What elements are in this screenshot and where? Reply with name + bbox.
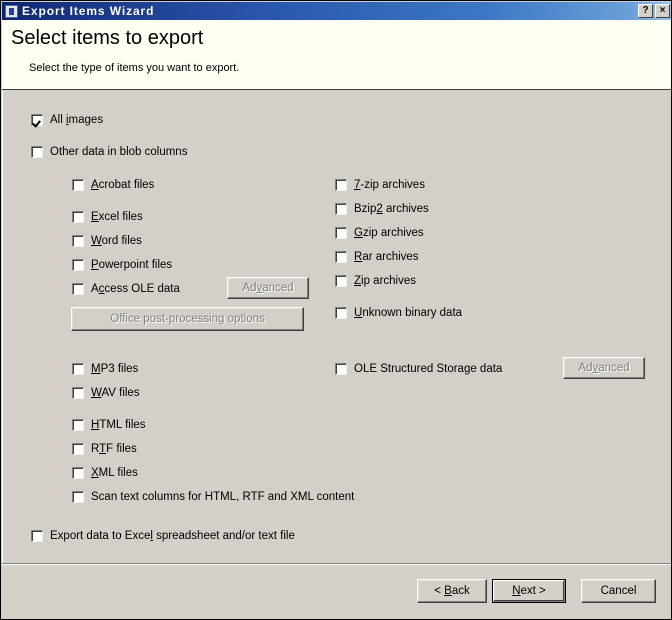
checkbox-wav-files[interactable]: WAV files <box>72 387 140 399</box>
checkbox-label-rtf-files: RTF files <box>91 443 137 455</box>
title-bar: Export Items Wizard ? × <box>2 2 671 20</box>
checkbox-rar-archives[interactable]: Rar archives <box>335 251 419 263</box>
checkbox-box-acrobat-files[interactable] <box>72 179 84 191</box>
checkbox-label-7zip-archives: 7-zip archives <box>354 179 425 191</box>
checkbox-label-word-files: Word files <box>91 235 142 247</box>
checkbox-powerpoint-files[interactable]: Powerpoint files <box>72 259 172 271</box>
checkbox-label-excel-files: Excel files <box>91 211 143 223</box>
advanced-ole-button-label: Advanced <box>578 362 630 374</box>
advanced-access-button[interactable]: Advanced <box>227 277 309 299</box>
checkbox-zip-archives[interactable]: Zip archives <box>335 275 416 287</box>
advanced-ole-button[interactable]: Advanced <box>563 357 645 379</box>
wizard-header: Select items to export Select the type o… <box>2 20 671 90</box>
checkbox-export-to-excel[interactable]: Export data to Excel spreadsheet and/or … <box>31 530 295 542</box>
checkbox-box-excel-files[interactable] <box>72 211 84 223</box>
checkbox-box-mp3-files[interactable] <box>72 363 84 375</box>
checkbox-label-access-ole-data: Access OLE data <box>91 283 180 295</box>
checkbox-label-export-to-excel: Export data to Excel spreadsheet and/or … <box>50 530 295 542</box>
options-panel: All images Other data in blob columns Ac… <box>2 91 671 563</box>
checkbox-rtf-files[interactable]: RTF files <box>72 443 137 455</box>
checkbox-box-powerpoint-files[interactable] <box>72 259 84 271</box>
checkbox-label-mp3-files: MP3 files <box>91 363 139 375</box>
checkbox-excel-files[interactable]: Excel files <box>72 211 143 223</box>
checkbox-label-zip-archives: Zip archives <box>354 275 416 287</box>
checkbox-unknown-binary-data[interactable]: Unknown binary data <box>335 307 462 319</box>
checkbox-all-images[interactable]: All images <box>31 114 103 126</box>
checkbox-label-powerpoint-files: Powerpoint files <box>91 259 173 271</box>
checkbox-label-wav-files: WAV files <box>91 387 140 399</box>
office-post-processing-button-label: Office post-processing options <box>110 313 265 325</box>
export-items-wizard-window: Export Items Wizard ? × Select items to … <box>0 0 672 620</box>
checkbox-label-bzip2-archives: Bzip2 archives <box>354 203 429 215</box>
checkbox-label-acrobat-files: Acrobat files <box>91 179 155 191</box>
checkbox-box-rtf-files[interactable] <box>72 443 84 455</box>
checkbox-7zip-archives[interactable]: 7-zip archives <box>335 179 425 191</box>
checkbox-box-wav-files[interactable] <box>72 387 84 399</box>
checkbox-box-7zip-archives[interactable] <box>335 179 347 191</box>
checkbox-box-unknown-binary-data[interactable] <box>335 307 347 319</box>
checkbox-label-gzip-archives: Gzip archives <box>354 227 424 239</box>
office-post-processing-button[interactable]: Office post-processing options <box>71 307 304 331</box>
back-button-label: < Back <box>434 585 470 597</box>
checkbox-scan-text-columns[interactable]: Scan text columns for HTML, RTF and XML … <box>72 491 354 503</box>
checkbox-gzip-archives[interactable]: Gzip archives <box>335 227 424 239</box>
close-button[interactable]: × <box>655 4 670 18</box>
checkbox-box-xml-files[interactable] <box>72 467 84 479</box>
next-button-label: Next > <box>512 585 546 597</box>
checkbox-label-ole-structured-storage: OLE Structured Storage data <box>354 363 503 375</box>
checkbox-box-bzip2-archives[interactable] <box>335 203 347 215</box>
checkbox-bzip2-archives[interactable]: Bzip2 archives <box>335 203 429 215</box>
checkbox-mp3-files[interactable]: MP3 files <box>72 363 138 375</box>
checkbox-other-blob-columns[interactable]: Other data in blob columns <box>31 146 187 158</box>
checkbox-label-html-files: HTML files <box>91 419 146 431</box>
checkbox-label-other-blob-columns: Other data in blob columns <box>50 146 188 158</box>
page-title: Select items to export <box>11 27 204 49</box>
checkbox-box-word-files[interactable] <box>72 235 84 247</box>
checkbox-box-access-ole-data[interactable] <box>72 283 84 295</box>
next-button[interactable]: Next > <box>492 579 566 603</box>
back-button[interactable]: < Back <box>417 579 487 603</box>
wizard-icon <box>5 4 18 18</box>
checkbox-box-other-blob-columns[interactable] <box>31 146 43 158</box>
checkbox-box-export-to-excel[interactable] <box>31 530 43 542</box>
window-title: Export Items Wizard <box>22 4 155 18</box>
wizard-footer: < Back Next > Cancel <box>2 565 671 619</box>
checkbox-box-ole-structured-storage[interactable] <box>335 363 347 375</box>
checkbox-xml-files[interactable]: XML files <box>72 467 138 479</box>
cancel-button[interactable]: Cancel <box>581 579 656 603</box>
checkbox-box-gzip-archives[interactable] <box>335 227 347 239</box>
title-bar-buttons: ? × <box>638 4 670 18</box>
checkbox-box-all-images[interactable] <box>31 114 43 126</box>
checkbox-box-html-files[interactable] <box>72 419 84 431</box>
checkbox-label-rar-archives: Rar archives <box>354 251 419 263</box>
checkbox-label-scan-text-columns: Scan text columns for HTML, RTF and XML … <box>91 491 355 503</box>
checkbox-acrobat-files[interactable]: Acrobat files <box>72 179 154 191</box>
page-subtitle: Select the type of items you want to exp… <box>29 62 240 74</box>
checkbox-label-all-images: All images <box>50 114 104 126</box>
help-button[interactable]: ? <box>638 4 653 18</box>
checkbox-ole-structured-storage[interactable]: OLE Structured Storage data <box>335 363 502 375</box>
checkbox-box-scan-text-columns[interactable] <box>72 491 84 503</box>
checkbox-word-files[interactable]: Word files <box>72 235 142 247</box>
advanced-access-button-label: Advanced <box>242 282 294 294</box>
checkbox-box-rar-archives[interactable] <box>335 251 347 263</box>
checkbox-label-xml-files: XML files <box>91 467 138 479</box>
checkbox-access-ole-data[interactable]: Access OLE data <box>72 283 180 295</box>
checkbox-label-unknown-binary-data: Unknown binary data <box>354 307 463 319</box>
checkbox-box-zip-archives[interactable] <box>335 275 347 287</box>
checkbox-html-files[interactable]: HTML files <box>72 419 146 431</box>
